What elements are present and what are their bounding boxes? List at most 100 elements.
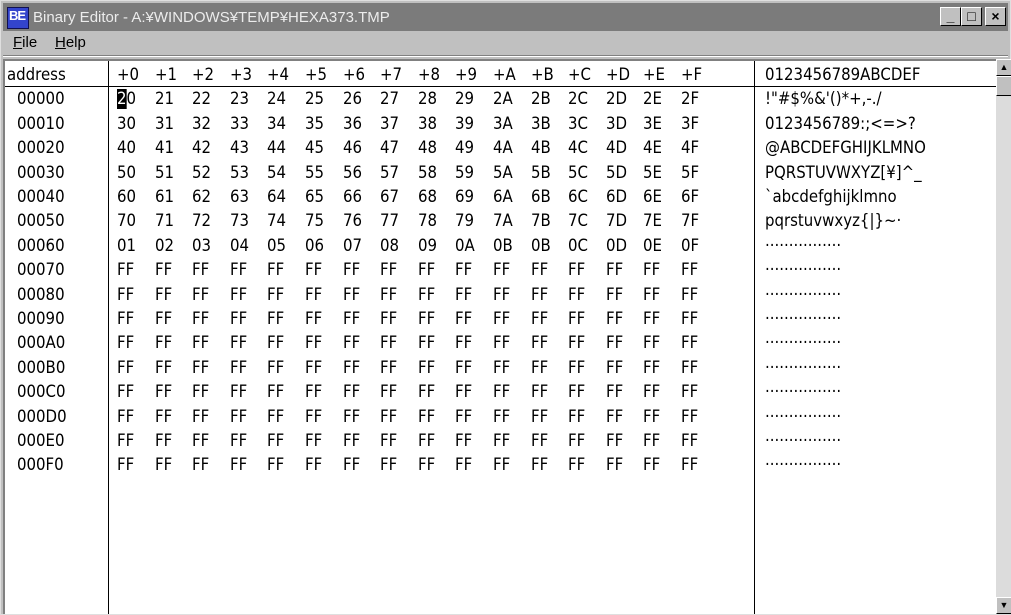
menu-file[interactable]: File: [13, 34, 37, 51]
hex-byte[interactable]: 3E: [643, 112, 662, 136]
hex-byte[interactable]: 60: [117, 185, 136, 209]
ascii-text[interactable]: @ABCDEFGHIJKLMNO: [765, 136, 926, 160]
hex-byte[interactable]: 41: [155, 136, 174, 160]
title-bar[interactable]: BE Binary Editor - A:¥WINDOWS¥TEMP¥HEXA3…: [3, 3, 1008, 31]
hex-byte[interactable]: FF: [493, 453, 510, 477]
hex-byte[interactable]: FF: [305, 380, 322, 404]
hex-byte[interactable]: 43: [230, 136, 249, 160]
hex-byte[interactable]: FF: [418, 453, 435, 477]
hex-byte[interactable]: 21: [155, 87, 174, 111]
hex-byte[interactable]: FF: [606, 405, 623, 429]
hex-byte[interactable]: FF: [117, 283, 134, 307]
hex-byte[interactable]: 06: [305, 234, 324, 258]
close-button[interactable]: ×: [985, 7, 1006, 26]
hex-byte[interactable]: FF: [117, 258, 134, 282]
hex-byte[interactable]: FF: [531, 453, 548, 477]
hex-byte[interactable]: FF: [418, 356, 435, 380]
hex-byte[interactable]: FF: [380, 453, 397, 477]
hex-byte[interactable]: 3C: [568, 112, 588, 136]
ascii-text[interactable]: ················: [765, 453, 841, 477]
hex-byte[interactable]: FF: [455, 405, 472, 429]
hex-byte[interactable]: FF: [568, 356, 585, 380]
hex-byte[interactable]: FF: [455, 307, 472, 331]
hex-byte[interactable]: 05: [267, 234, 286, 258]
hex-byte[interactable]: 7A: [493, 209, 513, 233]
hex-byte[interactable]: FF: [418, 380, 435, 404]
hex-byte[interactable]: FF: [418, 258, 435, 282]
hex-byte[interactable]: FF: [267, 380, 284, 404]
hex-byte[interactable]: FF: [192, 429, 209, 453]
hex-byte[interactable]: 6D: [606, 185, 627, 209]
hex-byte[interactable]: 0B: [531, 234, 551, 258]
ascii-text[interactable]: pqrstuvwxyz{|}~·: [765, 209, 901, 233]
hex-byte[interactable]: 57: [380, 161, 399, 185]
hex-byte[interactable]: FF: [343, 405, 360, 429]
ascii-text[interactable]: PQRSTUVWXYZ[¥]^_: [765, 161, 922, 185]
hex-byte[interactable]: FF: [568, 429, 585, 453]
hex-byte[interactable]: FF: [606, 331, 623, 355]
hex-byte[interactable]: FF: [230, 283, 247, 307]
hex-byte[interactable]: FF: [568, 258, 585, 282]
hex-byte[interactable]: FF: [531, 307, 548, 331]
hex-byte[interactable]: 01: [117, 234, 136, 258]
hex-byte[interactable]: FF: [117, 331, 134, 355]
hex-byte[interactable]: FF: [117, 429, 134, 453]
hex-byte[interactable]: FF: [493, 429, 510, 453]
hex-byte[interactable]: 7D: [606, 209, 627, 233]
hex-byte[interactable]: 5B: [531, 161, 551, 185]
hex-byte[interactable]: FF: [493, 307, 510, 331]
hex-byte[interactable]: FF: [455, 283, 472, 307]
hex-byte[interactable]: FF: [117, 380, 134, 404]
hex-byte[interactable]: FF: [568, 307, 585, 331]
hex-byte[interactable]: 69: [455, 185, 474, 209]
hex-byte[interactable]: FF: [643, 307, 660, 331]
hex-byte[interactable]: 68: [418, 185, 437, 209]
hex-byte[interactable]: 2D: [606, 87, 627, 111]
ascii-text[interactable]: ················: [765, 429, 841, 453]
hex-byte[interactable]: FF: [380, 258, 397, 282]
hex-byte[interactable]: FF: [455, 331, 472, 355]
hex-byte[interactable]: FF: [455, 258, 472, 282]
hex-byte[interactable]: 67: [380, 185, 399, 209]
hex-byte[interactable]: FF: [155, 258, 172, 282]
hex-byte[interactable]: FF: [455, 380, 472, 404]
hex-byte[interactable]: 23: [230, 87, 249, 111]
hex-byte[interactable]: FF: [643, 429, 660, 453]
hex-byte[interactable]: 4E: [643, 136, 662, 160]
hex-byte[interactable]: FF: [155, 405, 172, 429]
hex-byte[interactable]: 66: [343, 185, 362, 209]
hex-byte[interactable]: 37: [380, 112, 399, 136]
hex-byte[interactable]: FF: [606, 258, 623, 282]
hex-byte[interactable]: 22: [192, 87, 211, 111]
hex-byte[interactable]: FF: [155, 307, 172, 331]
hex-byte[interactable]: FF: [305, 405, 322, 429]
hex-byte[interactable]: FF: [531, 429, 548, 453]
hex-byte[interactable]: 61: [155, 185, 174, 209]
hex-byte[interactable]: 52: [192, 161, 211, 185]
hex-byte[interactable]: 2F: [681, 87, 699, 111]
hex-byte[interactable]: FF: [117, 356, 134, 380]
hex-byte[interactable]: 73: [230, 209, 249, 233]
hex-byte[interactable]: 31: [155, 112, 174, 136]
hex-byte[interactable]: FF: [117, 453, 134, 477]
hex-byte[interactable]: 4F: [681, 136, 699, 160]
hex-byte[interactable]: 48: [418, 136, 437, 160]
hex-byte[interactable]: FF: [305, 356, 322, 380]
hex-byte[interactable]: 59: [455, 161, 474, 185]
hex-grid[interactable]: address +0 +1 +2 +3 +4 +5 +6 +7 +8 +9 +A +B +C +D +E +F 0…: [3, 59, 996, 614]
hex-byte[interactable]: 0B: [493, 234, 513, 258]
hex-byte[interactable]: FF: [380, 429, 397, 453]
hex-byte[interactable]: 74: [267, 209, 286, 233]
hex-byte[interactable]: 20: [117, 87, 136, 111]
hex-byte[interactable]: FF: [305, 429, 322, 453]
hex-byte[interactable]: 30: [117, 112, 136, 136]
hex-byte[interactable]: FF: [305, 258, 322, 282]
hex-byte[interactable]: FF: [230, 331, 247, 355]
hex-byte[interactable]: FF: [681, 453, 698, 477]
ascii-text[interactable]: ················: [765, 283, 841, 307]
hex-byte[interactable]: FF: [643, 331, 660, 355]
hex-byte[interactable]: 56: [343, 161, 362, 185]
hex-byte[interactable]: 4C: [568, 136, 588, 160]
hex-byte[interactable]: 3B: [531, 112, 551, 136]
hex-byte[interactable]: FF: [681, 429, 698, 453]
